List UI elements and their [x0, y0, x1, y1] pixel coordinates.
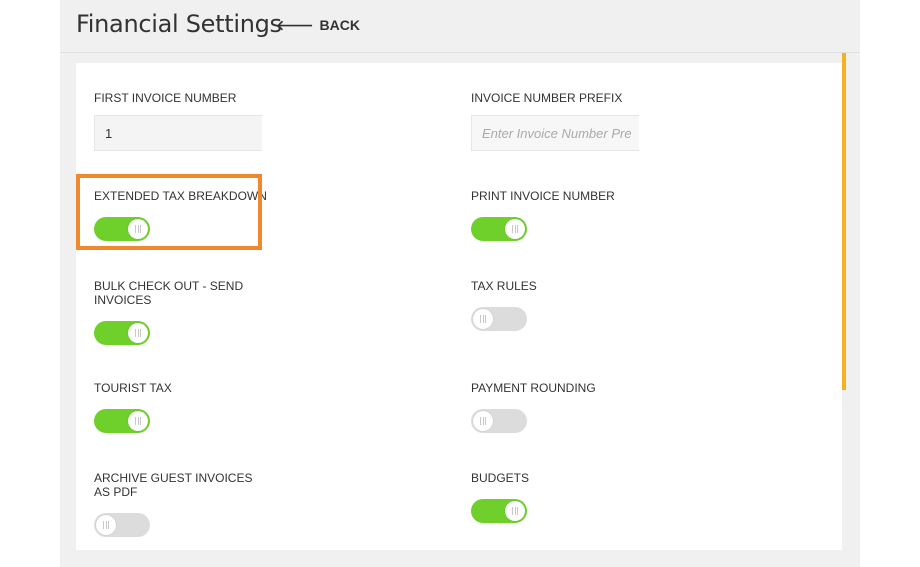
print-invoice-number-field: PRINT INVOICE NUMBER [471, 189, 771, 241]
toggle-knob [128, 411, 148, 431]
budgets-label: BUDGETS [471, 471, 530, 485]
budgets-field: BUDGETS [471, 471, 771, 523]
payment-rounding-toggle[interactable] [471, 409, 527, 433]
back-label: BACK [319, 17, 360, 33]
arrow-left-icon: 🡐 [276, 17, 314, 33]
invoice-number-prefix-label: INVOICE NUMBER PREFIX [471, 91, 623, 105]
toggle-knob [473, 411, 493, 431]
first-invoice-number-label: FIRST INVOICE NUMBER [94, 91, 237, 105]
toggle-knob [96, 515, 116, 535]
payment-rounding-field: PAYMENT ROUNDING [471, 381, 771, 433]
print-invoice-number-label: PRINT INVOICE NUMBER [471, 189, 615, 203]
budgets-toggle[interactable] [471, 499, 527, 523]
grip-icon [103, 521, 109, 529]
bulk-check-out-toggle[interactable] [94, 321, 150, 345]
toggle-knob [473, 309, 493, 329]
page-title: Financial Settings [76, 10, 282, 38]
bulk-check-out-field: BULK CHECK OUT - SEND INVOICES [94, 279, 254, 345]
page-header: Financial Settings 🡐 BACK [60, 0, 860, 53]
print-invoice-number-toggle[interactable] [471, 217, 527, 241]
first-invoice-number-input[interactable]: 1 [94, 115, 262, 151]
tourist-tax-label: TOURIST TAX [94, 381, 172, 395]
grip-icon [512, 507, 518, 515]
grip-icon [512, 225, 518, 233]
archive-guest-invoices-label: ARCHIVE GUEST INVOICES AS PDF [94, 471, 253, 499]
tourist-tax-field: TOURIST TAX [94, 381, 394, 433]
grip-icon [480, 417, 486, 425]
toggle-knob [505, 219, 525, 239]
payment-rounding-label: PAYMENT ROUNDING [471, 381, 596, 395]
grip-icon [135, 329, 141, 337]
tourist-tax-toggle[interactable] [94, 409, 150, 433]
tax-rules-label: TAX RULES [471, 279, 537, 293]
first-invoice-number-field: FIRST INVOICE NUMBER 1 [94, 91, 394, 151]
tax-rules-field: TAX RULES [471, 279, 771, 331]
bulk-check-out-label: BULK CHECK OUT - SEND INVOICES [94, 279, 244, 307]
grip-icon [135, 417, 141, 425]
highlight-box [76, 174, 262, 250]
settings-page: Financial Settings 🡐 BACK FIRST INVOICE … [60, 0, 860, 567]
invoice-number-prefix-field: INVOICE NUMBER PREFIX Enter Invoice Numb… [471, 91, 771, 151]
archive-guest-invoices-toggle[interactable] [94, 513, 150, 537]
settings-card: FIRST INVOICE NUMBER 1 INVOICE NUMBER PR… [76, 63, 842, 550]
scrollbar[interactable] [842, 53, 846, 390]
tax-rules-toggle[interactable] [471, 307, 527, 331]
back-button[interactable]: 🡐 BACK [276, 17, 360, 33]
toggle-knob [128, 323, 148, 343]
invoice-number-prefix-input[interactable]: Enter Invoice Number Pre [471, 115, 639, 151]
toggle-knob [505, 501, 525, 521]
grip-icon [480, 315, 486, 323]
archive-guest-invoices-field: ARCHIVE GUEST INVOICES AS PDF [94, 471, 264, 537]
